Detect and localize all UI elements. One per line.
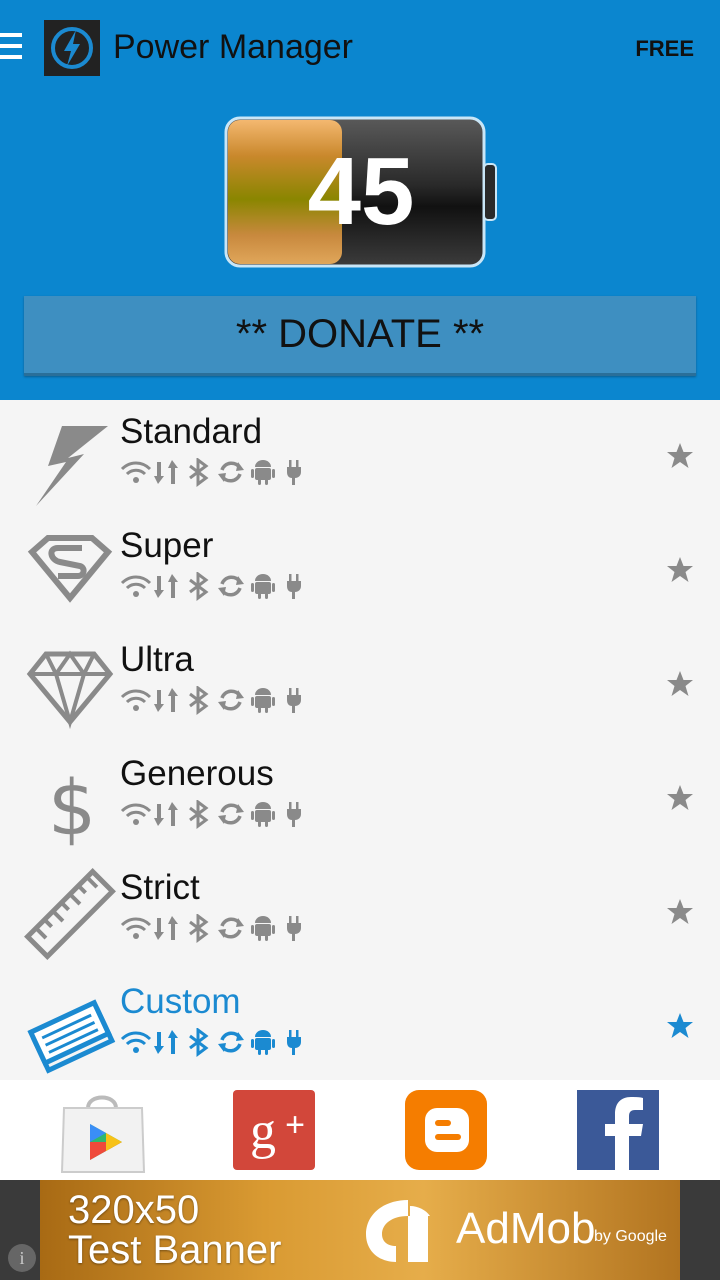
- plug-icon: [287, 574, 301, 599]
- ad-line-2: Test Banner: [68, 1228, 282, 1272]
- wifi-icon: [120, 689, 152, 711]
- sync-icon: [218, 689, 244, 711]
- status-icons-svg: [120, 685, 301, 715]
- free-badge: FREE: [635, 36, 694, 61]
- profile-strict[interactable]: Strict: [0, 856, 720, 970]
- profile-status-icons: [120, 1027, 310, 1058]
- bluetooth-icon: [189, 685, 209, 715]
- data-icon: [154, 802, 178, 826]
- star-icon[interactable]: [666, 670, 694, 698]
- sync-icon: [218, 461, 244, 483]
- star-icon[interactable]: [666, 898, 694, 926]
- status-icons-svg: [120, 799, 301, 829]
- profile-super[interactable]: Super: [0, 514, 720, 628]
- plug-icon: [287, 916, 301, 941]
- wifi-icon: [120, 803, 152, 825]
- dollar-icon: $: [22, 752, 118, 852]
- wifi-icon: [120, 1031, 152, 1053]
- ad-line-1: 320x50: [68, 1188, 200, 1232]
- plug-icon: [287, 460, 301, 485]
- data-icon: [154, 1030, 178, 1054]
- svg-text:g: g: [250, 1103, 276, 1160]
- admob-logo-icon: [366, 1200, 430, 1262]
- social-bar: g +: [0, 1080, 720, 1180]
- status-icons-svg: [120, 571, 301, 601]
- bluetooth-icon: [189, 799, 209, 829]
- admob-brand: AdMob: [456, 1204, 596, 1253]
- bluetooth-icon: [189, 913, 209, 943]
- donate-button[interactable]: ** DONATE **: [24, 296, 696, 376]
- info-icon[interactable]: i: [8, 1244, 36, 1272]
- profile-ultra[interactable]: Ultra: [0, 628, 720, 742]
- superman-icon: [22, 524, 118, 620]
- svg-text:$: $: [48, 763, 96, 848]
- status-icons-svg: [120, 457, 301, 487]
- profile-name: Strict: [120, 868, 200, 907]
- sync-icon: [218, 803, 244, 825]
- android-icon: [251, 802, 275, 827]
- battery-level-text: 45: [307, 138, 415, 245]
- bluetooth-icon: [189, 457, 209, 487]
- profile-generous[interactable]: $ Generous: [0, 742, 720, 856]
- data-icon: [154, 916, 178, 940]
- wifi-icon: [120, 575, 152, 597]
- data-icon: [154, 688, 178, 712]
- notepad-icon: [22, 980, 118, 1076]
- profile-status-icons: [120, 685, 310, 716]
- android-icon: [251, 916, 275, 941]
- google-plus-icon[interactable]: g +: [233, 1090, 315, 1170]
- sync-icon: [218, 575, 244, 597]
- profile-list: Standard Super Ultra $ Generous Strict C…: [0, 400, 720, 1080]
- profile-status-icons: [120, 571, 310, 602]
- app-logo-icon: [44, 20, 100, 76]
- profile-name: Standard: [120, 412, 263, 451]
- profile-standard[interactable]: Standard: [0, 400, 720, 514]
- wifi-icon: [120, 461, 152, 483]
- app-title: Power Manager: [113, 28, 354, 66]
- star-icon[interactable]: [666, 442, 694, 470]
- bluetooth-icon: [189, 571, 209, 601]
- android-icon: [251, 574, 275, 599]
- profile-name: Ultra: [120, 640, 194, 679]
- android-icon: [251, 688, 275, 713]
- data-icon: [154, 460, 178, 484]
- wifi-icon: [120, 917, 152, 939]
- profile-name: Super: [120, 526, 214, 565]
- profile-status-icons: [120, 457, 310, 488]
- bluetooth-icon: [189, 1027, 209, 1057]
- battery-indicator: 45: [224, 116, 498, 268]
- plug-icon: [287, 802, 301, 827]
- profile-name: Custom: [120, 982, 241, 1021]
- ad-content[interactable]: 320x50 Test Banner AdMob by Google: [40, 1180, 680, 1280]
- profile-name: Generous: [120, 754, 274, 793]
- status-icons-svg: [120, 1027, 301, 1057]
- diamond-icon: [22, 638, 118, 734]
- play-store-icon[interactable]: [58, 1090, 146, 1173]
- android-icon: [251, 1030, 275, 1055]
- ruler-icon: [22, 866, 118, 962]
- admob-by-google: by Google: [594, 1228, 667, 1245]
- sync-icon: [218, 1031, 244, 1053]
- status-icons-svg: [120, 913, 301, 943]
- svg-text:+: +: [285, 1106, 305, 1144]
- profile-status-icons: [120, 799, 310, 830]
- star-icon[interactable]: [666, 784, 694, 812]
- lightning-icon: [22, 410, 118, 506]
- star-icon[interactable]: [666, 556, 694, 584]
- data-icon: [154, 574, 178, 598]
- plug-icon: [287, 1030, 301, 1055]
- star-icon[interactable]: [666, 1012, 694, 1040]
- ad-text: 320x50 Test Banner: [68, 1190, 281, 1270]
- plug-icon: [287, 688, 301, 713]
- ad-banner[interactable]: 320x50 Test Banner AdMob by Google i: [0, 1180, 720, 1280]
- android-icon: [251, 460, 275, 485]
- app-header: Power Manager FREE 45 ** DONATE **: [0, 0, 720, 400]
- blogger-icon[interactable]: [405, 1090, 487, 1170]
- menu-icon[interactable]: [0, 33, 22, 63]
- sync-icon: [218, 917, 244, 939]
- facebook-icon[interactable]: [577, 1090, 659, 1170]
- profile-status-icons: [120, 913, 310, 944]
- profile-custom[interactable]: Custom: [0, 970, 720, 1084]
